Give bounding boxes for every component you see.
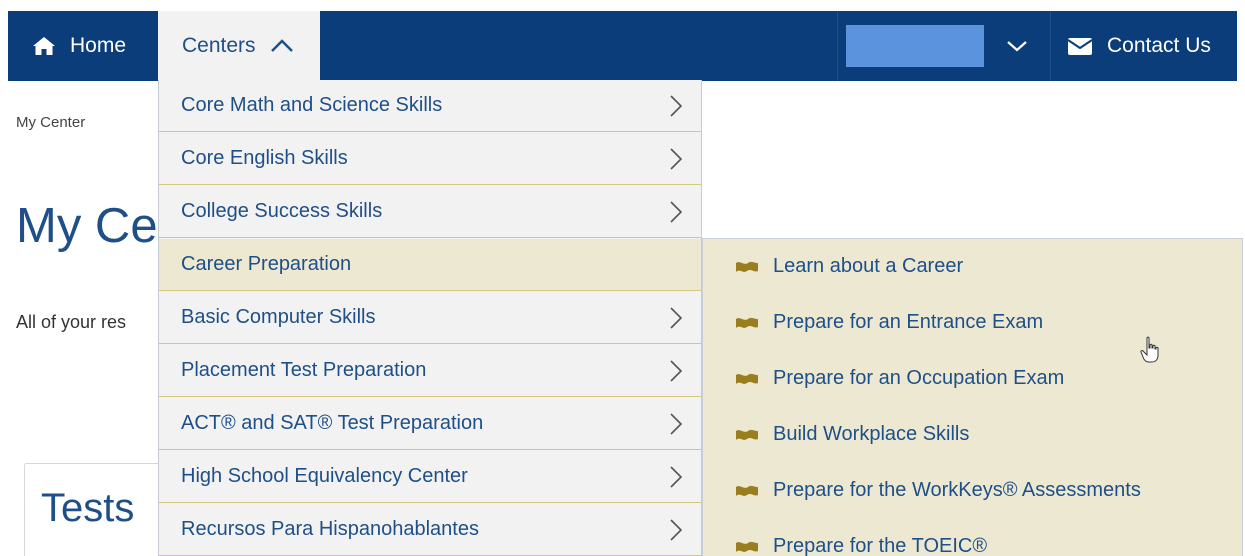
chevron-right-icon (670, 519, 683, 541)
chevron-up-icon (270, 39, 293, 52)
submenu-item-label: Prepare for an Occupation Exam (773, 367, 1065, 389)
nav-centers-label: Centers (182, 34, 256, 57)
career-preparation-submenu: Learn about a Career Prepare for an Entra… (702, 238, 1243, 556)
centers-dropdown-menu: Core Math and Science Skills Core English… (158, 80, 702, 556)
submenu-item-prepare-for-the-toeic[interactable]: Prepare for the TOEIC® (735, 535, 987, 556)
menu-item-high-school-equivalency-center[interactable]: High School Equivalency Center (159, 451, 701, 503)
flag-icon (736, 429, 758, 440)
chevron-down-icon (1007, 41, 1027, 52)
menu-item-career-preparation[interactable]: Career Preparation (159, 239, 701, 291)
top-navbar: Home Centers Contact Us (8, 11, 1237, 81)
tests-card-title: Tests (41, 486, 135, 530)
chevron-right-icon (670, 466, 683, 488)
menu-item-college-success-skills[interactable]: College Success Skills (159, 186, 701, 238)
submenu-item-prepare-for-the-workkeys-assessments[interactable]: Prepare for the WorkKeys® Assessments (735, 479, 1141, 502)
menu-item-label: ACT® and SAT® Test Preparation (181, 412, 484, 434)
chevron-right-icon (670, 413, 683, 435)
menu-item-label: Career Preparation (181, 253, 352, 275)
submenu-item-prepare-for-an-entrance-exam[interactable]: Prepare for an Entrance Exam (735, 311, 1043, 334)
flag-icon (736, 485, 758, 496)
submenu-item-label: Build Workplace Skills (773, 423, 970, 445)
submenu-item-prepare-for-an-occupation-exam[interactable]: Prepare for an Occupation Exam (735, 367, 1064, 390)
chevron-right-icon (670, 148, 683, 170)
home-icon (33, 37, 55, 55)
chevron-right-icon (670, 95, 683, 117)
breadcrumb[interactable]: My Center (16, 114, 85, 131)
chevron-right-icon (670, 307, 683, 329)
nav-centers-menu[interactable]: Centers (158, 11, 320, 81)
flag-icon (736, 261, 758, 272)
chevron-right-icon (670, 360, 683, 382)
submenu-item-label: Learn about a Career (773, 255, 964, 277)
page-title: My Ce (16, 199, 158, 253)
menu-item-label: College Success Skills (181, 200, 383, 222)
flag-icon (736, 373, 758, 384)
menu-item-recursos-para-hispanohablantes[interactable]: Recursos Para Hispanohablantes (159, 504, 701, 556)
nav-contact-label: Contact Us (1107, 34, 1211, 57)
menu-item-label: High School Equivalency Center (181, 465, 468, 487)
menu-item-label: Placement Test Preparation (181, 359, 427, 381)
envelope-icon (1067, 37, 1093, 55)
menu-item-core-math-and-science-skills[interactable]: Core Math and Science Skills (159, 80, 701, 132)
flag-icon (736, 317, 758, 328)
menu-item-basic-computer-skills[interactable]: Basic Computer Skills (159, 292, 701, 344)
flag-icon (736, 541, 758, 552)
chevron-right-icon (670, 201, 683, 223)
hand-cursor-icon (1140, 336, 1159, 363)
menu-item-label: Core English Skills (181, 147, 348, 169)
menu-item-label: Basic Computer Skills (181, 306, 376, 328)
menu-item-placement-test-preparation[interactable]: Placement Test Preparation (159, 345, 701, 397)
intro-text: All of your res (16, 312, 127, 332)
nav-contact-link[interactable]: Contact Us (1051, 11, 1237, 81)
user-dropdown-toggle[interactable] (984, 11, 1050, 81)
nav-home-link[interactable]: Home (8, 11, 158, 81)
menu-item-label: Recursos Para Hispanohablantes (181, 518, 479, 540)
submenu-item-build-workplace-skills[interactable]: Build Workplace Skills (735, 423, 969, 446)
nav-divider (837, 11, 838, 81)
menu-item-core-english-skills[interactable]: Core English Skills (159, 133, 701, 185)
submenu-item-label: Prepare for the WorkKeys® Assessments (773, 479, 1141, 501)
submenu-item-learn-about-a-career[interactable]: Learn about a Career (735, 255, 963, 278)
menu-item-label: Core Math and Science Skills (181, 94, 443, 116)
user-name-field[interactable] (846, 25, 984, 67)
submenu-item-label: Prepare for the TOEIC® (773, 535, 988, 556)
menu-item-act-and-sat-test-preparation[interactable]: ACT® and SAT® Test Preparation (159, 398, 701, 450)
submenu-item-label: Prepare for an Entrance Exam (773, 311, 1044, 333)
nav-home-label: Home (70, 34, 127, 57)
